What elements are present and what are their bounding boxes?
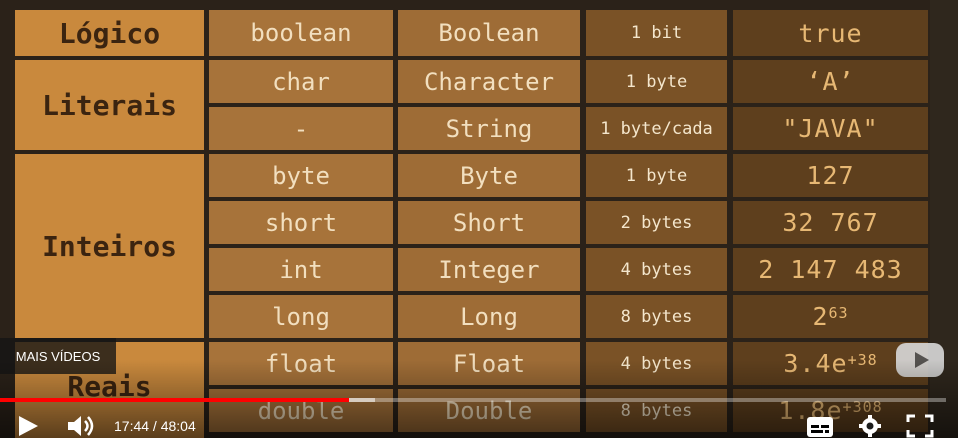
primitive-cell: int: [209, 248, 393, 291]
primitive-cell: short: [209, 201, 393, 244]
value-base: 3.4e: [783, 349, 848, 378]
value-cell: 2 147 483: [733, 248, 928, 291]
value-exponent: 63: [828, 303, 849, 322]
value-cell: ‘A’: [733, 60, 928, 103]
value-cell: true: [733, 10, 928, 56]
value-cell: "JAVA": [733, 107, 928, 150]
size-cell: 4 bytes: [586, 342, 727, 385]
youtube-logo-icon[interactable]: [896, 343, 944, 377]
wrapper-cell: Integer: [398, 248, 580, 291]
size-cell: 4 bytes: [586, 248, 727, 291]
size-cell: 2 bytes: [586, 201, 727, 244]
more-videos-button[interactable]: MAIS VÍDEOS: [0, 338, 116, 374]
video-frame[interactable]: Lógico Literais Inteiros Reais boolean B…: [0, 0, 958, 438]
wrapper-cell: Float: [398, 342, 580, 385]
value-cell: 32 767: [733, 201, 928, 244]
fullscreen-icon[interactable]: [906, 414, 934, 438]
size-cell: 1 byte: [586, 60, 727, 103]
value-exponent: +38: [847, 350, 878, 369]
primitive-cell: float: [209, 342, 393, 385]
size-cell: 1 byte/cada: [586, 107, 727, 150]
wrapper-cell: Short: [398, 201, 580, 244]
wrapper-cell: Byte: [398, 154, 580, 197]
primitive-cell: -: [209, 107, 393, 150]
category-logico: Lógico: [15, 10, 204, 56]
value-cell: 2 63: [733, 295, 928, 338]
primitive-cell: long: [209, 295, 393, 338]
value-base: 2: [812, 302, 829, 331]
primitive-cell: byte: [209, 154, 393, 197]
category-inteiros: Inteiros: [15, 154, 204, 338]
top-strip: [0, 0, 930, 6]
wrapper-cell: Boolean: [398, 10, 580, 56]
time-display: 17:44 / 48:04: [114, 418, 196, 434]
primitive-cell: double: [209, 389, 393, 432]
wrapper-cell: Double: [398, 389, 580, 432]
subtitles-icon[interactable]: [806, 416, 834, 438]
size-cell: 8 bytes: [586, 389, 727, 432]
wrapper-cell: Long: [398, 295, 580, 338]
category-literais: Literais: [15, 60, 204, 150]
value-cell: 127: [733, 154, 928, 197]
primitive-cell: char: [209, 60, 393, 103]
volume-icon[interactable]: [66, 414, 98, 438]
settings-icon[interactable]: [857, 414, 883, 438]
size-cell: 1 bit: [586, 10, 727, 56]
size-cell: 8 bytes: [586, 295, 727, 338]
wrapper-cell: Character: [398, 60, 580, 103]
play-icon[interactable]: [16, 414, 42, 438]
progress-played: [0, 398, 349, 402]
primitive-cell: boolean: [209, 10, 393, 56]
wrapper-cell: String: [398, 107, 580, 150]
size-cell: 1 byte: [586, 154, 727, 197]
